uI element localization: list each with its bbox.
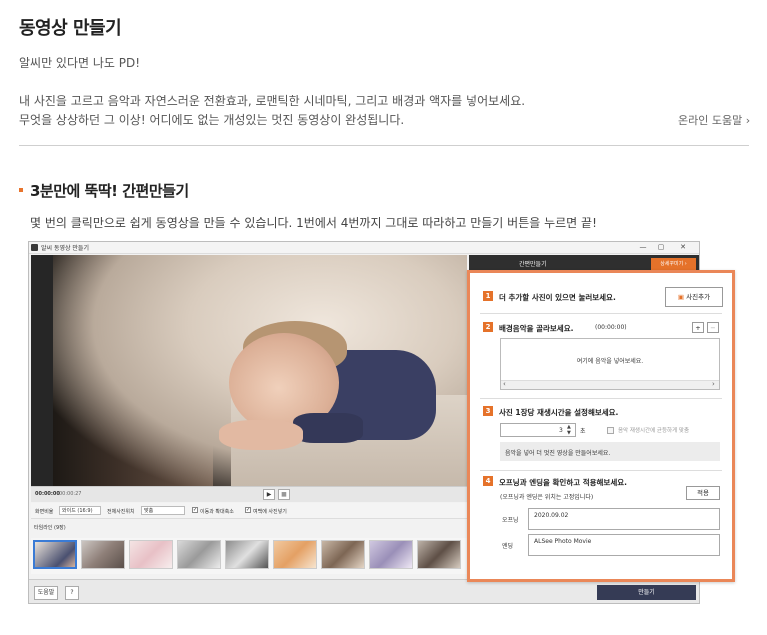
timeline-thumbnail[interactable]	[33, 540, 77, 569]
timeline-label: 타임라인 (9장)	[34, 525, 66, 531]
current-time: 00:00:00	[35, 491, 60, 497]
ending-value: ALSee Photo Movie	[534, 538, 592, 545]
add-photo-label: 사진추가	[686, 293, 711, 301]
section-title: 3분만에 뚝딱! 간편만들기	[30, 182, 189, 200]
timeline-thumbnail[interactable]	[225, 540, 269, 569]
margin-photo-checkbox[interactable]: ✓	[245, 507, 251, 513]
question-button[interactable]: ?	[65, 586, 79, 600]
position-label: 전체사진위치	[107, 509, 135, 515]
remove-music-icon[interactable]: −	[707, 322, 719, 333]
online-help-link[interactable]: 온라인 도움말 ›	[678, 112, 750, 128]
step4-title: 오프닝과 엔딩을 확인하고 적용해보세요.	[499, 478, 627, 487]
fit-music-label: 음악 재생시간에 균등하게 맞춤	[618, 428, 690, 434]
player-bar: 00:00:00 00:00:27 ▶ ■	[31, 486, 467, 502]
section-description: 몇 번의 클릭만으로 쉽게 동영상을 만들 수 있습니다. 1번에서 4번까지 …	[30, 216, 597, 230]
divider	[480, 398, 722, 399]
play-icon[interactable]: ▶	[263, 489, 275, 500]
bottom-bar: 도움말 ? 만들기	[29, 579, 699, 603]
page-title: 동영상 만들기	[19, 18, 122, 39]
maximize-icon[interactable]: ▢	[653, 242, 669, 253]
music-drop-area[interactable]: 여기에 음악을 넣어보세요. ‹ ›	[500, 338, 720, 390]
section-bullet-icon	[19, 188, 23, 192]
page-description-line2: 무엇을 상상하던 그 이상! 어디에도 없는 개성있는 멋진 동영상이 완성됩니…	[19, 113, 405, 127]
timeline-thumbnail[interactable]	[369, 540, 413, 569]
step1-number: 1	[483, 291, 493, 301]
step3-title: 사진 1장당 재생시간을 설정해보세요.	[499, 408, 619, 417]
opening-label: 오프닝	[502, 517, 519, 524]
timeline-thumbnail[interactable]	[177, 540, 221, 569]
duration-stepper[interactable]: 3 ▲ ▼	[500, 423, 576, 437]
music-scrollbar[interactable]: ‹ ›	[501, 380, 719, 389]
help-button[interactable]: 도움말	[34, 586, 58, 600]
minimize-icon[interactable]: —	[635, 242, 651, 253]
duration-value: 3	[559, 427, 563, 434]
fit-music-checkbox[interactable]	[607, 427, 614, 434]
options-bar: 화면비율 와이드 (16:9) 전체사진위치 맞춤 ✓ 이동과 확대축소 ✓ 여…	[31, 503, 467, 519]
detail-edit-button[interactable]: 상세꾸미기 ›	[651, 258, 696, 270]
position-select[interactable]: 맞춤	[141, 506, 185, 515]
step1-title: 더 추가할 사진이 있으면 눌러보세요.	[499, 293, 616, 302]
timeline-thumbnail[interactable]	[321, 540, 365, 569]
ending-label: 엔딩	[502, 543, 514, 550]
add-photo-button[interactable]: ▣ 사진추가	[665, 287, 723, 307]
step2-title: 배경음악을 골라보세요.	[499, 324, 574, 333]
step3-note-box: 음악을 넣어 더 멋진 영상을 만들어보세요.	[500, 442, 720, 461]
duration-unit: 초	[580, 428, 586, 435]
zoom-checkbox[interactable]: ✓	[192, 507, 198, 513]
music-placeholder: 여기에 음악을 넣어보세요.	[576, 358, 644, 365]
opening-input[interactable]: 2020.09.02	[528, 508, 720, 530]
page-subtitle: 알씨만 있다면 나도 PD!	[19, 56, 141, 70]
ending-input[interactable]: ALSee Photo Movie	[528, 534, 720, 556]
ratio-select[interactable]: 와이드 (16:9)	[59, 506, 101, 515]
timeline-thumbnail[interactable]	[129, 540, 173, 569]
timeline-thumbnail[interactable]	[273, 540, 317, 569]
stop-icon[interactable]: ■	[278, 489, 290, 500]
panel-header-label: 간편만들기	[519, 261, 547, 268]
timeline-thumbnail[interactable]	[417, 540, 461, 569]
page-description-line1: 내 사진을 고르고 음악과 자연스러운 전환효과, 로맨틱한 시네마틱, 그리고…	[19, 94, 526, 108]
step4-note: (오프닝과 엔딩은 위치는 고정입니다)	[500, 494, 594, 501]
stepper-arrows-icon[interactable]: ▲ ▼	[567, 424, 571, 436]
timeline-thumbnails	[31, 538, 467, 574]
margin-photo-label: 여백에 사진넣기	[253, 509, 287, 515]
preview-image	[31, 255, 467, 486]
opening-value: 2020.09.02	[534, 512, 569, 519]
scroll-left-icon[interactable]: ‹	[503, 380, 506, 388]
timeline-thumbnail[interactable]	[81, 540, 125, 569]
add-photo-icon: ▣	[677, 293, 685, 301]
step4-number: 4	[483, 476, 493, 486]
divider	[480, 470, 722, 471]
step3-note: 음악을 넣어 더 멋진 영상을 만들어보세요.	[505, 450, 611, 457]
add-music-icon[interactable]: +	[692, 322, 704, 333]
total-time: 00:00:27	[59, 491, 82, 497]
music-duration: (00:00:00)	[595, 324, 627, 331]
window-title: 알씨 동영상 만들기	[41, 245, 89, 252]
scroll-right-icon[interactable]: ›	[712, 380, 715, 388]
window-titlebar: 알씨 동영상 만들기 — ▢ ✕	[29, 242, 699, 254]
close-icon[interactable]: ✕	[675, 242, 691, 253]
app-logo-icon	[31, 244, 38, 251]
step2-number: 2	[483, 322, 493, 332]
step3-number: 3	[483, 406, 493, 416]
divider	[19, 145, 749, 146]
divider	[480, 313, 722, 314]
ratio-label: 화면비율	[35, 509, 54, 515]
make-button[interactable]: 만들기	[597, 585, 696, 600]
quick-make-guide-panel: 1 더 추가할 사진이 있으면 눌러보세요. ▣ 사진추가 2 배경음악을 골라…	[467, 270, 735, 582]
apply-button[interactable]: 적용	[686, 486, 720, 500]
zoom-label: 이동과 확대축소	[200, 509, 234, 515]
